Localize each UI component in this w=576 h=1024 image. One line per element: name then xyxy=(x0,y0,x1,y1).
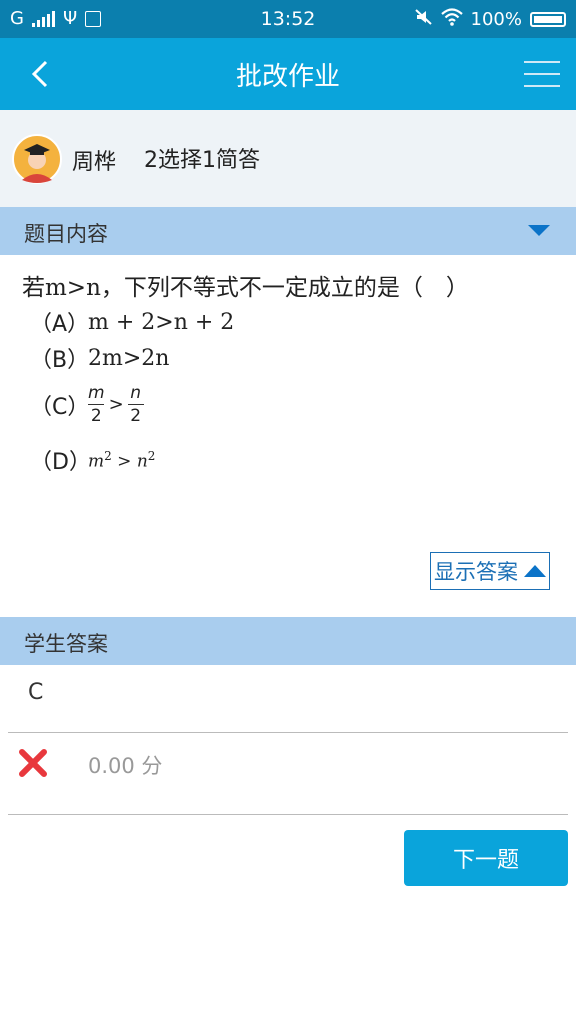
option-b: （B） 2m>2n xyxy=(30,342,169,374)
option-a: （A） m + 2>n + 2 xyxy=(30,306,234,338)
option-b-tag: （B） xyxy=(30,348,90,373)
base-m: m xyxy=(88,451,105,472)
score-value: 0.00 分 xyxy=(88,754,163,778)
option-a-tag: （A） xyxy=(30,312,90,337)
question-section-header[interactable]: 题目内容 xyxy=(0,207,576,255)
divider xyxy=(8,732,568,733)
base-n: n xyxy=(136,451,148,472)
fraction-numerator: n xyxy=(130,383,142,403)
hamburger-menu-icon xyxy=(524,61,560,87)
answer-section-title: 学生答案 xyxy=(24,632,108,656)
caret-up-icon xyxy=(524,565,546,577)
fraction-denominator: 2 xyxy=(90,406,102,426)
option-d: （D） m2 > n2 xyxy=(30,444,155,476)
student-info-row: 周桦 2选择1简答 xyxy=(0,110,576,207)
wrong-x-icon xyxy=(18,748,48,778)
fraction-denominator: 2 xyxy=(130,406,142,426)
exponent: 2 xyxy=(104,448,112,463)
student-answer-value: C xyxy=(28,680,44,705)
page-title: 批改作业 xyxy=(235,62,340,92)
question-section-title: 题目内容 xyxy=(24,222,108,246)
exponent: 2 xyxy=(147,448,156,463)
avatar xyxy=(12,134,62,184)
status-bar: G Ψ 13:52 100% xyxy=(0,0,576,38)
show-answer-button[interactable]: 显示答案 xyxy=(430,552,550,590)
mute-icon xyxy=(414,8,433,31)
status-right: 100% xyxy=(414,8,566,31)
student-name: 周桦 xyxy=(72,150,117,175)
next-question-button[interactable]: 下一题 xyxy=(404,830,568,886)
option-d-expression: m2 > n2 xyxy=(88,449,155,472)
show-answer-label: 显示答案 xyxy=(434,560,518,584)
assignment-name: 2选择1简答 xyxy=(144,148,260,173)
fraction-numerator: m xyxy=(88,383,105,403)
fraction-m-over-2: m 2 xyxy=(88,384,105,425)
question-content: 若m>n，下列不等式不一定成立的是（ ） xyxy=(22,270,556,306)
caret-down-icon[interactable] xyxy=(528,225,550,236)
wifi-icon xyxy=(440,8,463,31)
battery-percent: 100% xyxy=(470,9,522,30)
option-d-tag: （D） xyxy=(30,450,91,475)
nav-bar: 批改作业 xyxy=(0,38,576,110)
option-a-text: m + 2>n + 2 xyxy=(88,309,235,335)
option-c-tag: （C） xyxy=(30,394,90,420)
fraction-n-over-2: n 2 xyxy=(127,383,144,426)
option-c-operator: > xyxy=(108,394,124,415)
battery-icon xyxy=(530,12,566,27)
option-d-operator: > xyxy=(111,451,137,472)
answer-section-header: 学生答案 xyxy=(0,617,576,665)
option-c: （C） m 2 > n 2 xyxy=(30,384,144,425)
question-stem: 若m>n，下列不等式不一定成立的是（ ） xyxy=(22,275,469,301)
divider xyxy=(8,814,568,815)
option-b-text: 2m>2n xyxy=(88,345,170,371)
menu-button[interactable] xyxy=(522,58,562,90)
